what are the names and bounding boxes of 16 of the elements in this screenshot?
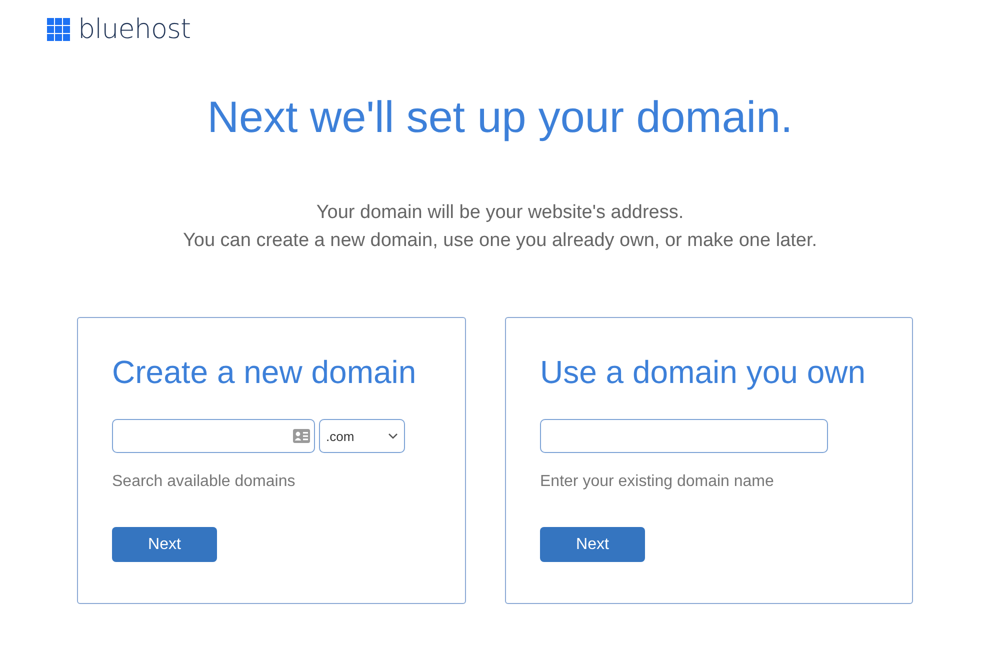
card-title: Use a domain you own <box>540 354 867 391</box>
next-button[interactable]: Next <box>112 527 217 562</box>
field-caption: Enter your existing domain name <box>540 473 775 491</box>
domain-search-field[interactable] <box>112 419 315 453</box>
intro-text: You can create a new domain, use one you already own, or make one later. <box>182 229 818 253</box>
next-button[interactable]: Next <box>540 527 645 562</box>
chevron-down-icon <box>388 433 398 439</box>
field-caption: Search available domains <box>112 473 296 491</box>
intro-text: Your domain will be your website's address. <box>315 201 685 225</box>
tld-dropdown[interactable]: .com <box>319 419 405 453</box>
card-title: Create a new domain <box>112 354 418 391</box>
domain-input-field[interactable] <box>540 419 828 453</box>
page-heading: Next we'll set up your domain. <box>206 93 794 143</box>
contact-card-icon <box>293 429 310 443</box>
logo-grid-icon <box>47 18 70 41</box>
logo-text: bluehost <box>78 14 191 45</box>
